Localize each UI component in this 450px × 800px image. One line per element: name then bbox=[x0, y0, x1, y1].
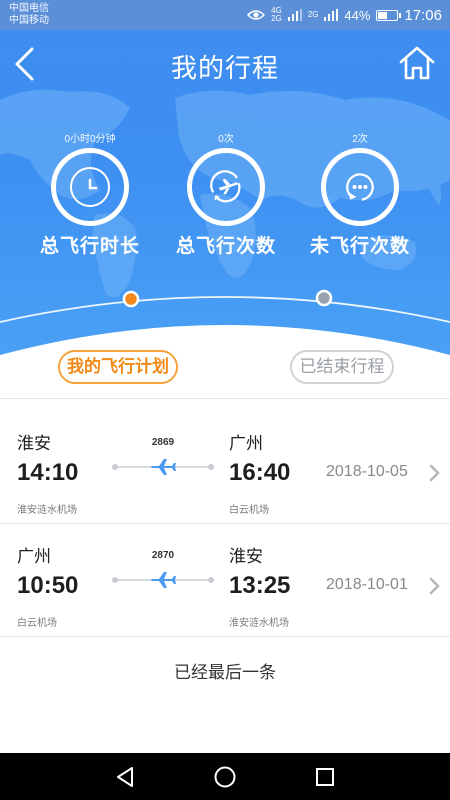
tab-my-flight-plan[interactable]: 我的飞行计划 bbox=[58, 350, 178, 384]
plane-icon bbox=[151, 459, 176, 475]
trip-tabs: 我的飞行计划 已结束行程 bbox=[0, 340, 450, 398]
stat-ring bbox=[321, 148, 399, 226]
route-line bbox=[112, 572, 214, 588]
status-indicators: 4G 2G 2G 44% 17:06 bbox=[247, 0, 442, 30]
system-nav-bar bbox=[0, 753, 450, 800]
clock-icon bbox=[88, 178, 98, 190]
departure-time: 10:50 bbox=[17, 572, 79, 599]
arrival-time: 13:25 bbox=[229, 572, 291, 599]
flight-date: 2018-10-01 bbox=[326, 576, 408, 593]
arrival-city: 淮安 bbox=[229, 547, 263, 566]
flight-card[interactable]: 广州 10:50 白云机场 2870 淮安 13:25 淮安涟水机场 2018-… bbox=[0, 524, 450, 636]
clock-time: 17:06 bbox=[404, 6, 442, 24]
stat-value: 2次 bbox=[352, 134, 368, 145]
signal-icon-2 bbox=[324, 9, 339, 21]
carrier-label-2: 中国移动 bbox=[9, 15, 49, 26]
arrival-airport: 淮安涟水机场 bbox=[229, 618, 289, 629]
chevron-right-icon bbox=[429, 577, 440, 595]
signal-icon bbox=[287, 9, 302, 21]
orbit-dot-inactive bbox=[315, 289, 333, 307]
arrival-city: 广州 bbox=[229, 434, 263, 453]
flight-number: 2870 bbox=[151, 550, 175, 561]
departure-airport: 白云机场 bbox=[17, 618, 57, 629]
stat-ring bbox=[51, 148, 129, 226]
chevron-right-icon bbox=[429, 464, 440, 482]
network-type-1: 4G 2G bbox=[271, 6, 282, 23]
stat-pending-flights: 2次 未飞行次数 bbox=[295, 133, 425, 258]
battery-percent: 44% bbox=[344, 7, 371, 23]
flight-card[interactable]: 淮安 14:10 淮安涟水机场 2869 广州 16:40 白云机场 2018-… bbox=[0, 411, 450, 523]
battery-icon bbox=[376, 9, 402, 21]
list-end-text: 已经最后一条 bbox=[174, 663, 276, 682]
departure-city: 淮安 bbox=[17, 434, 51, 453]
departure-time: 14:10 bbox=[17, 459, 79, 486]
status-bar: 中国电信 中国移动 4G 2G 2G 44% 17:06 bbox=[0, 0, 450, 30]
departure-airport: 淮安涟水机场 bbox=[17, 505, 77, 516]
arrival-airport: 白云机场 bbox=[229, 505, 269, 516]
divider bbox=[0, 398, 450, 399]
plane-circle-icon bbox=[210, 170, 241, 203]
divider bbox=[0, 636, 450, 637]
stat-total-duration: 0小时0分钟 总飞行时长 bbox=[25, 133, 155, 258]
stat-value: 0次 bbox=[218, 134, 234, 145]
eye-icon bbox=[247, 10, 266, 20]
recents-square-icon[interactable] bbox=[312, 764, 338, 790]
pending-icon bbox=[346, 173, 374, 201]
page-title: 我的行程 bbox=[170, 53, 279, 83]
tab-ended-trips[interactable]: 已结束行程 bbox=[290, 350, 394, 384]
flight-date: 2018-10-05 bbox=[326, 463, 408, 480]
stat-value: 0小时0分钟 bbox=[64, 134, 116, 145]
carrier-label-1: 中国电信 bbox=[9, 3, 49, 14]
network-type-2: 2G bbox=[307, 10, 319, 19]
orbit-dot-active bbox=[122, 290, 140, 308]
home-icon[interactable] bbox=[398, 44, 436, 82]
departure-city: 广州 bbox=[17, 547, 51, 566]
home-circle-icon[interactable] bbox=[212, 764, 238, 790]
route-line bbox=[112, 459, 214, 475]
plane-icon bbox=[151, 572, 176, 588]
flight-number: 2869 bbox=[151, 437, 175, 448]
stat-ring bbox=[187, 148, 265, 226]
arrival-time: 16:40 bbox=[229, 459, 291, 486]
stat-total-flights: 0次 总飞行次数 bbox=[161, 133, 291, 258]
back-triangle-icon[interactable] bbox=[112, 764, 138, 790]
